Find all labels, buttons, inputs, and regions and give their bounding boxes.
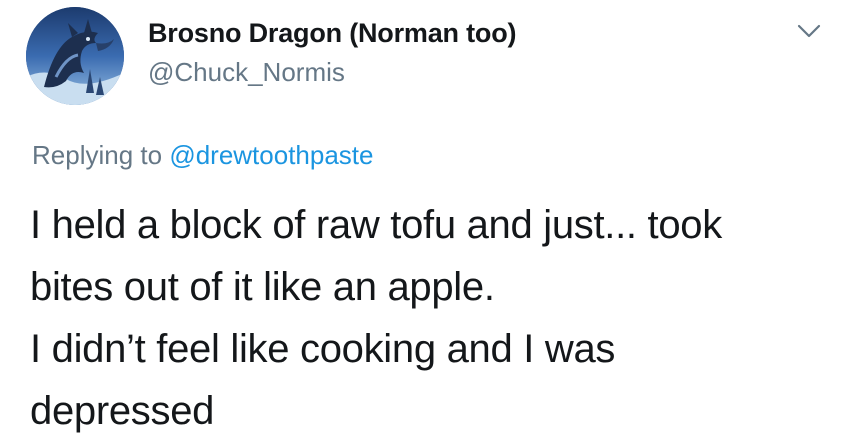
tweet-text-line: I held a block of raw tofu and just... t…	[30, 203, 722, 247]
tweet-text: I held a block of raw tofu and just... t…	[30, 194, 820, 442]
more-options-button[interactable]	[794, 20, 824, 42]
tweet-text-line: depressed	[30, 389, 215, 433]
tweet-card: Brosno Dragon (Norman too) @Chuck_Normis…	[0, 0, 842, 438]
display-name[interactable]: Brosno Dragon (Norman too)	[148, 18, 516, 49]
tweet-text-line: I didn’t feel like cooking and I was	[30, 327, 616, 371]
replying-to: Replying to @drewtoothpaste	[32, 140, 374, 171]
user-handle[interactable]: @Chuck_Normis	[148, 57, 345, 88]
tweet-text-line: bites out of it like an apple.	[30, 265, 495, 309]
reply-mention-link[interactable]: @drewtoothpaste	[169, 140, 373, 170]
replying-to-label: Replying to	[32, 140, 163, 170]
dragon-avatar-icon	[26, 7, 124, 105]
avatar[interactable]	[26, 7, 124, 105]
chevron-down-icon	[797, 24, 821, 38]
